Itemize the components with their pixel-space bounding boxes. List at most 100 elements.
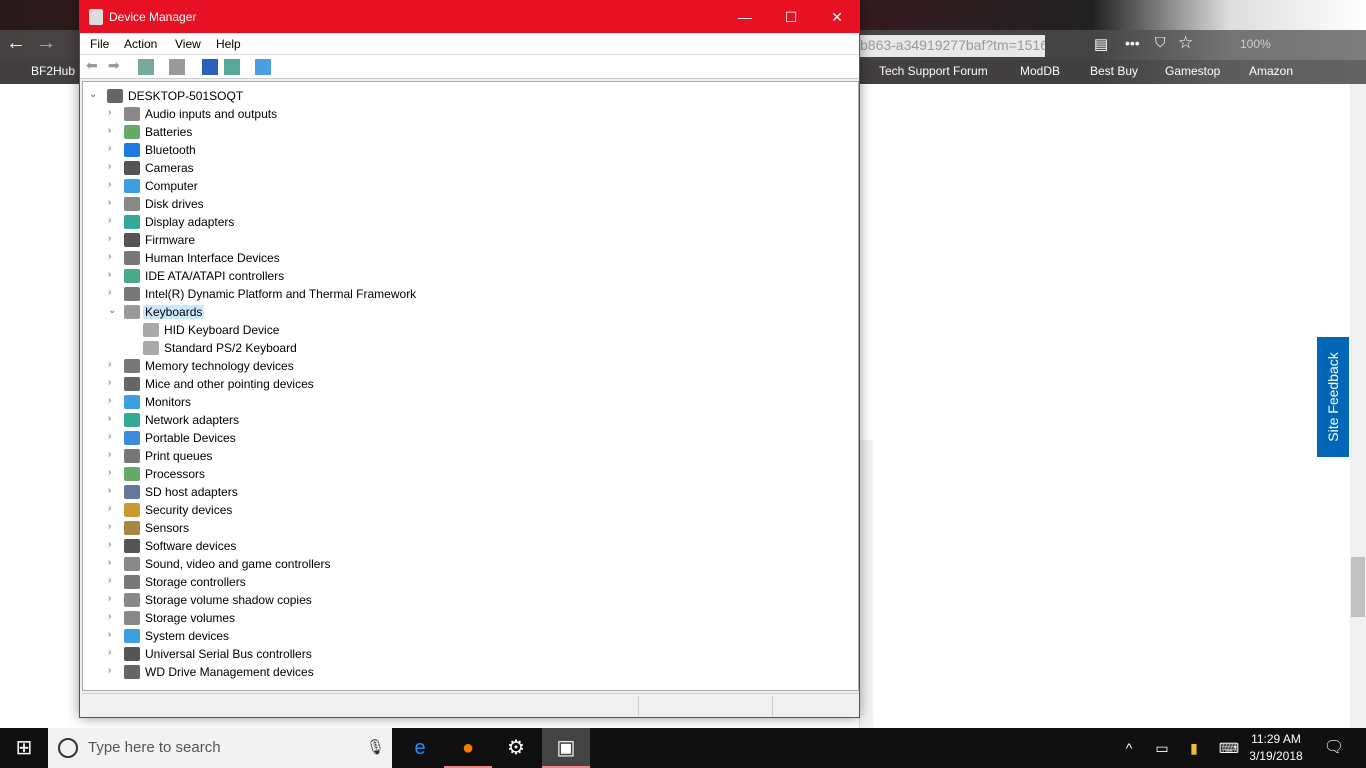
properties-icon[interactable] xyxy=(169,59,185,75)
chevron-right-icon[interactable]: › xyxy=(108,107,120,118)
chevron-right-icon[interactable]: › xyxy=(108,467,120,478)
chevron-right-icon[interactable]: › xyxy=(108,179,120,190)
chevron-right-icon[interactable]: › xyxy=(108,233,120,244)
title-bar: Device Manager — ☐ ✕ xyxy=(80,1,859,33)
more-icon[interactable]: ••• xyxy=(1125,35,1140,51)
chevron-right-icon[interactable]: › xyxy=(108,503,120,514)
url-bar[interactable]: b863-a34919277baf?tm=151686 xyxy=(860,35,1045,57)
chevron-right-icon[interactable]: › xyxy=(108,539,120,550)
page-scrollbar[interactable] xyxy=(1350,84,1366,728)
chevron-right-icon[interactable]: › xyxy=(108,359,120,370)
storage-volume-icon xyxy=(124,611,140,625)
chevron-right-icon[interactable]: › xyxy=(108,251,120,262)
microphone-icon[interactable]: 🎙 xyxy=(366,738,385,756)
show-hide-console-tree-icon[interactable] xyxy=(138,59,154,75)
chevron-right-icon[interactable]: › xyxy=(108,395,120,406)
computer-icon xyxy=(107,89,123,103)
chevron-right-icon[interactable]: › xyxy=(108,161,120,172)
chevron-right-icon[interactable]: › xyxy=(108,431,120,442)
chevron-right-icon[interactable]: › xyxy=(108,215,120,226)
search-icon xyxy=(58,738,78,758)
bookmark-best-buy[interactable]: Best Buy xyxy=(1090,64,1138,78)
bookmark-amazon[interactable]: Amazon xyxy=(1249,64,1293,78)
reader-view-icon[interactable]: ▤ xyxy=(1094,35,1108,53)
printer-icon xyxy=(124,449,140,463)
chevron-right-icon[interactable]: › xyxy=(108,269,120,280)
chevron-right-icon[interactable]: › xyxy=(108,143,120,154)
chevron-right-icon[interactable]: › xyxy=(108,287,120,298)
start-button[interactable]: ⊞ xyxy=(0,728,48,768)
taskbar-search[interactable]: Type here to search 🎙 xyxy=(48,728,392,768)
action-center-icon[interactable]: 🗨 xyxy=(1310,728,1358,768)
chevron-right-icon[interactable]: › xyxy=(108,449,120,460)
chevron-right-icon[interactable]: › xyxy=(108,377,120,388)
keyboard-icon xyxy=(143,323,159,337)
chevron-right-icon[interactable]: › xyxy=(108,521,120,532)
menu-help[interactable]: Help xyxy=(216,37,241,51)
battery-icon xyxy=(124,125,140,139)
computer-icon xyxy=(124,179,140,193)
bookmark-moddb[interactable]: ModDB xyxy=(1020,64,1060,78)
settings-icon[interactable]: ⚙ xyxy=(492,728,540,768)
pocket-icon[interactable]: ⛉ xyxy=(1155,34,1166,51)
chevron-right-icon[interactable]: › xyxy=(108,485,120,496)
window-title: Device Manager xyxy=(109,10,197,24)
security-device-icon xyxy=(124,503,140,517)
chevron-right-icon[interactable]: › xyxy=(108,413,120,424)
action-pane-icon[interactable] xyxy=(224,59,240,75)
page-scrollbar-thumb[interactable] xyxy=(1351,557,1365,617)
network-adapter-icon xyxy=(124,413,140,427)
toolbar: ⬅ ➡ xyxy=(80,55,859,79)
shadow-copy-icon xyxy=(124,593,140,607)
chevron-right-icon[interactable]: › xyxy=(108,593,120,604)
display-adapter-icon xyxy=(124,215,140,229)
menu-action[interactable]: Action xyxy=(124,37,157,51)
forward-icon[interactable]: ➡ xyxy=(108,57,124,73)
device-manager-task-icon[interactable]: ▣ xyxy=(542,728,590,768)
bookmark-gamestop[interactable]: Gamestop xyxy=(1165,64,1220,78)
hid-icon xyxy=(124,251,140,265)
mouse-icon xyxy=(124,377,140,391)
chevron-right-icon[interactable]: › xyxy=(108,125,120,136)
chevron-right-icon[interactable]: › xyxy=(108,197,120,208)
bluetooth-icon xyxy=(124,143,140,157)
portable-device-icon xyxy=(124,431,140,445)
edge-icon[interactable]: e xyxy=(396,728,444,768)
chevron-right-icon[interactable]: › xyxy=(108,665,120,676)
bookmark-bf2hub[interactable]: BF2Hub xyxy=(31,64,75,78)
chevron-right-icon[interactable]: › xyxy=(108,647,120,658)
chevron-right-icon[interactable]: › xyxy=(108,557,120,568)
sd-adapter-icon xyxy=(124,485,140,499)
intel-framework-icon xyxy=(124,287,140,301)
clock[interactable]: 11:29 AM 3/19/2018 xyxy=(1240,731,1312,765)
forward-button[interactable]: → xyxy=(36,32,56,55)
chevron-right-icon[interactable]: › xyxy=(108,611,120,622)
maximize-button[interactable]: ☐ xyxy=(768,1,814,33)
menu-file[interactable]: File xyxy=(90,37,109,51)
chevron-right-icon[interactable]: › xyxy=(108,575,120,586)
close-button[interactable]: ✕ xyxy=(814,1,860,33)
back-icon[interactable]: ⬅ xyxy=(86,57,102,73)
storage-controller-icon xyxy=(124,575,140,589)
bookmark-tech-support-forum[interactable]: Tech Support Forum xyxy=(879,64,988,78)
keyboard-icon xyxy=(124,305,140,319)
chevron-down-icon[interactable]: ⌄ xyxy=(89,89,101,100)
scan-hardware-icon[interactable] xyxy=(255,59,271,75)
speaker-icon xyxy=(124,107,140,121)
bookmark-star-icon[interactable]: ☆ xyxy=(1178,33,1193,53)
minimize-button[interactable]: — xyxy=(722,1,768,33)
site-feedback-button[interactable]: Site Feedback xyxy=(1317,337,1349,457)
back-button[interactable]: ← xyxy=(6,32,26,55)
status-bar xyxy=(82,693,859,717)
taskbar: ⊞ Type here to search 🎙 e ● ⚙ ▣ ^ ▭ ▮ ⌨ … xyxy=(0,728,1366,768)
zoom-level[interactable]: 100% xyxy=(1240,37,1271,51)
chevron-right-icon[interactable]: › xyxy=(108,629,120,640)
help-icon[interactable] xyxy=(202,59,218,75)
usb-icon xyxy=(124,647,140,661)
menu-view[interactable]: View xyxy=(175,37,201,51)
system-device-icon xyxy=(124,629,140,643)
chevron-down-icon[interactable]: ⌄ xyxy=(108,305,120,316)
firefox-icon[interactable]: ● xyxy=(444,728,492,768)
monitor-icon xyxy=(124,395,140,409)
device-manager-window: Device Manager — ☐ ✕ File Action View He… xyxy=(79,0,860,718)
